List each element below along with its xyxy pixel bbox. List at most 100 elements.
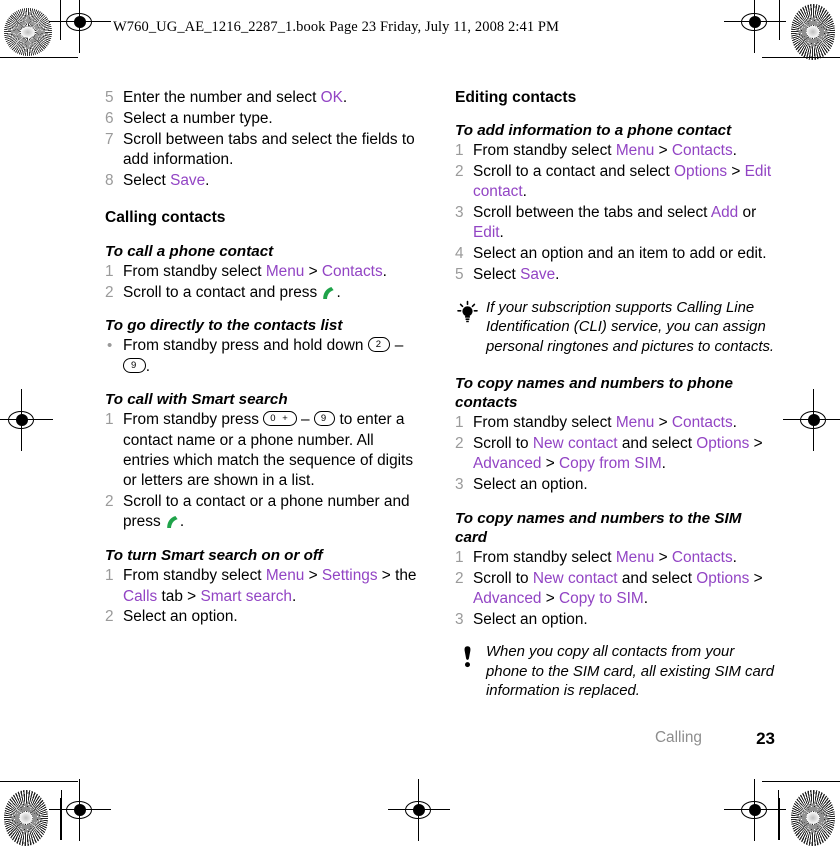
step-text: > <box>304 567 322 585</box>
ui-term: Contacts <box>671 414 733 432</box>
registration-target-mid-left <box>0 389 53 451</box>
steps-copy-names-numbers-to-sim-card: 1 From standby select Menu > Contacts. 2 Sc… <box>455 548 775 630</box>
exclamation-warning-icon <box>455 644 480 669</box>
content-column-left: 5 Enter the number and select OK. 6 Select … <box>105 88 421 628</box>
steps-call-phone-contact: 1 From standby select Menu > Contacts. 2 Sc… <box>105 262 421 303</box>
registration-target-top-right <box>724 0 786 53</box>
ui-term: Options <box>674 163 728 181</box>
registration-target-bottom-left <box>49 779 111 841</box>
step-number: 6 <box>105 109 114 127</box>
step-number: 1 <box>105 411 114 429</box>
step-text: Enter the number and select <box>123 89 321 106</box>
step-item: 3 Select an option. <box>455 610 775 630</box>
warning-note-text: When you copy all contacts from your pho… <box>486 644 775 700</box>
step-item: 8 Select Save. <box>105 171 421 191</box>
ui-term: Advanced <box>473 455 542 473</box>
steps-continued-from-previous-page: 5 Enter the number and select OK. 6 Select … <box>105 88 421 191</box>
ui-term: Settings <box>321 567 378 585</box>
steps-call-with-smart-search: 1 From standby press 0 + – 9 to enter a c… <box>105 410 421 532</box>
trim-rule-right-bottom <box>779 798 780 840</box>
step-item: 1 From standby press 0 + – 9 to enter a c… <box>105 410 421 491</box>
step-text: Scroll between tabs and select the field… <box>123 130 415 168</box>
ui-term: Smart search <box>200 587 292 605</box>
gutter-rule-left-top <box>61 790 62 840</box>
step-number: 5 <box>455 266 464 284</box>
step-text: . <box>145 357 151 375</box>
step-item: 2 Scroll to New contact and select Option… <box>455 434 775 475</box>
ui-term: New contact <box>532 569 618 587</box>
steps-add-information-to-phone-contact: 1 From standby select Menu > Contacts. 2 Sc… <box>455 141 775 285</box>
step-item: 2 Scroll to a contact and press . <box>105 283 421 303</box>
step-item: 6 Select a number type. <box>105 109 421 129</box>
step-text: Select <box>123 171 171 189</box>
ui-term: Copy from SIM <box>559 455 662 473</box>
crop-rule-top-left <box>0 57 78 58</box>
tip-note-text: If your subscription supports Calling Li… <box>486 299 775 355</box>
step-number: 1 <box>455 414 464 432</box>
step-text: From standby select <box>123 262 266 280</box>
step-text: From standby select <box>473 548 616 566</box>
ui-term: OK <box>320 89 343 106</box>
rosette-mark-bottom-left <box>4 790 48 846</box>
step-number: 4 <box>455 245 464 263</box>
ui-term: Calls <box>123 587 158 605</box>
footer-page-number: 23 <box>756 729 775 748</box>
keypad-key-0-icon: 0 + <box>263 411 297 427</box>
step-text: Scroll to a contact and select <box>473 163 675 181</box>
ui-term: Advanced <box>473 589 542 607</box>
ui-term: New contact <box>532 434 618 452</box>
ui-term: Options <box>696 434 750 452</box>
step-text: Scroll between the tabs and select <box>473 204 711 222</box>
step-text: . <box>643 589 648 607</box>
step-text: From standby press and hold down <box>123 337 368 355</box>
gutter-rule-right-top <box>778 790 779 840</box>
step-item: 7 Scroll between tabs and select the fiel… <box>105 130 421 171</box>
ui-term: Copy to SIM <box>559 589 644 607</box>
section-heading-editing-contacts: Editing contacts <box>455 89 577 106</box>
step-text: Scroll to <box>473 569 533 587</box>
step-item: 5 Enter the number and select OK. <box>105 88 421 108</box>
step-item: 4 Select an option and an item to add or … <box>455 244 775 264</box>
task-heading-go-directly-to-contacts-list: To go directly to the contacts list <box>105 317 343 335</box>
step-text: . <box>732 548 737 566</box>
registration-target-top-left <box>49 0 111 53</box>
step-text: tab > <box>157 587 201 605</box>
step-item: 2 Scroll to a contact and select Options … <box>455 162 775 203</box>
ui-term: Edit <box>473 224 500 242</box>
content-column-right: Editing contacts To add information to a… <box>455 88 775 702</box>
step-bullet: • <box>107 337 113 355</box>
task-heading-call-with-smart-search: To call with Smart search <box>105 391 288 409</box>
step-number: 2 <box>455 569 464 587</box>
task-heading-turn-smart-search-on-or-off: To turn Smart search on or off <box>105 547 323 565</box>
step-text: Scroll to a contact and press <box>123 283 322 301</box>
step-number: 7 <box>105 130 114 148</box>
keypad-key-9-icon: 9 <box>123 357 146 373</box>
step-number: 1 <box>105 567 114 585</box>
step-text: . <box>179 513 185 531</box>
step-item: 1 From standby select Menu > Contacts. <box>455 548 775 568</box>
call-key-icon <box>165 515 180 529</box>
step-text: Select an option. <box>473 475 588 493</box>
task-heading-add-information-to-phone-contact: To add information to a phone contact <box>455 122 732 140</box>
trim-rule-right <box>779 0 780 40</box>
step-number: 1 <box>105 262 114 280</box>
lightbulb-tip-icon <box>455 300 480 325</box>
step-number: 1 <box>455 548 464 566</box>
step-item: 2 Scroll to a contact or a phone number a… <box>105 492 421 533</box>
step-text: Select an option and an item to add or e… <box>473 245 767 263</box>
section-heading-calling-contacts: Calling contacts <box>105 209 226 227</box>
step-number: 2 <box>105 283 114 301</box>
ui-term: Save <box>520 266 556 284</box>
step-text: Select an option. <box>123 608 238 626</box>
step-text: From standby select <box>123 567 266 585</box>
ui-term: Contacts <box>671 548 733 566</box>
ui-term: Contacts <box>671 142 733 160</box>
step-text: or <box>738 204 757 222</box>
step-text: Select <box>473 266 521 284</box>
crop-rule-bottom-right <box>762 781 840 782</box>
rosette-mark-bottom-right <box>791 790 835 846</box>
ui-term: Menu <box>265 262 305 280</box>
step-text: From standby select <box>473 142 616 160</box>
step-item: 2 Select an option. <box>105 607 421 627</box>
book-header-line: W760_UG_AE_1216_2287_1.book Page 23 Frid… <box>113 19 560 35</box>
